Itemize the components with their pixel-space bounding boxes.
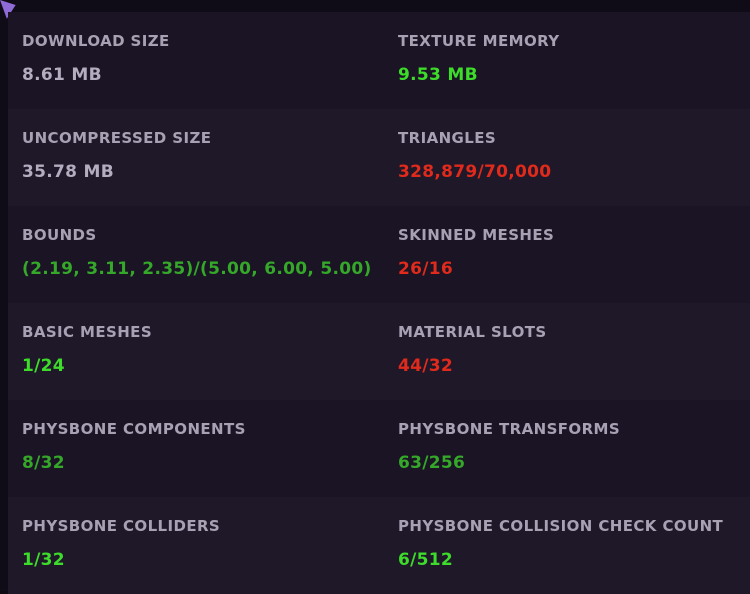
stat-physbone-components: PHYSBONE COMPONENTS 8/32 [22,400,382,497]
stat-texture-memory: TEXTURE MEMORY 9.53 MB [398,12,748,109]
stat-triangles: TRIANGLES 328,879/70,000 [398,109,748,206]
performance-stats-panel: DOWNLOAD SIZE 8.61 MB TEXTURE MEMORY 9.5… [0,0,750,594]
stat-value: 8.61 MB [22,65,102,85]
stat-value: 6/512 [398,550,454,570]
stats-row: BASIC MESHES 1/24 MATERIAL SLOTS 44/32 [8,303,750,400]
stat-label: PHYSBONE TRANSFORMS [398,420,621,438]
stats-grid: DOWNLOAD SIZE 8.61 MB TEXTURE MEMORY 9.5… [8,12,750,594]
stat-label: PHYSBONE COMPONENTS [22,420,246,438]
stat-label: TEXTURE MEMORY [398,32,560,50]
stat-value: 35.78 MB [22,162,114,182]
stats-row: PHYSBONE COMPONENTS 8/32 PHYSBONE TRANSF… [8,400,750,497]
stat-value: 44/32 [398,356,454,376]
stat-physbone-collision-check-count: PHYSBONE COLLISION CHECK COUNT 6/512 [398,497,748,594]
stats-row: UNCOMPRESSED SIZE 35.78 MB TRIANGLES 328… [8,109,750,206]
stat-material-slots: MATERIAL SLOTS 44/32 [398,303,748,400]
stat-label: SKINNED MESHES [398,226,555,244]
stat-label: MATERIAL SLOTS [398,323,547,341]
stat-label: TRIANGLES [398,129,497,147]
stats-row: PHYSBONE COLLIDERS 1/32 PHYSBONE COLLISI… [8,497,750,594]
stats-row: BOUNDS (2.19, 3.11, 2.35)/(5.00, 6.00, 5… [8,206,750,303]
stat-value: 1/24 [22,356,65,376]
stat-label: DOWNLOAD SIZE [22,32,170,50]
stat-value: 26/16 [398,259,454,279]
stat-value: 1/32 [22,550,65,570]
stat-skinned-meshes: SKINNED MESHES 26/16 [398,206,748,303]
stat-value: 63/256 [398,453,466,473]
stat-physbone-transforms: PHYSBONE TRANSFORMS 63/256 [398,400,748,497]
stat-label: BASIC MESHES [22,323,153,341]
stat-basic-meshes: BASIC MESHES 1/24 [22,303,382,400]
stat-value: 328,879/70,000 [398,162,552,182]
stat-label: BOUNDS [22,226,97,244]
stat-label: UNCOMPRESSED SIZE [22,129,212,147]
stat-label: PHYSBONE COLLISION CHECK COUNT [398,517,724,535]
stat-download-size: DOWNLOAD SIZE 8.61 MB [22,12,382,109]
stat-uncompressed-size: UNCOMPRESSED SIZE 35.78 MB [22,109,382,206]
stat-value: (2.19, 3.11, 2.35)/(5.00, 6.00, 5.00) [22,259,372,279]
stats-row: DOWNLOAD SIZE 8.61 MB TEXTURE MEMORY 9.5… [8,12,750,109]
stat-label: PHYSBONE COLLIDERS [22,517,221,535]
stat-value: 9.53 MB [398,65,478,85]
stat-value: 8/32 [22,453,65,473]
stat-bounds: BOUNDS (2.19, 3.11, 2.35)/(5.00, 6.00, 5… [22,206,382,303]
stat-physbone-colliders: PHYSBONE COLLIDERS 1/32 [22,497,382,594]
